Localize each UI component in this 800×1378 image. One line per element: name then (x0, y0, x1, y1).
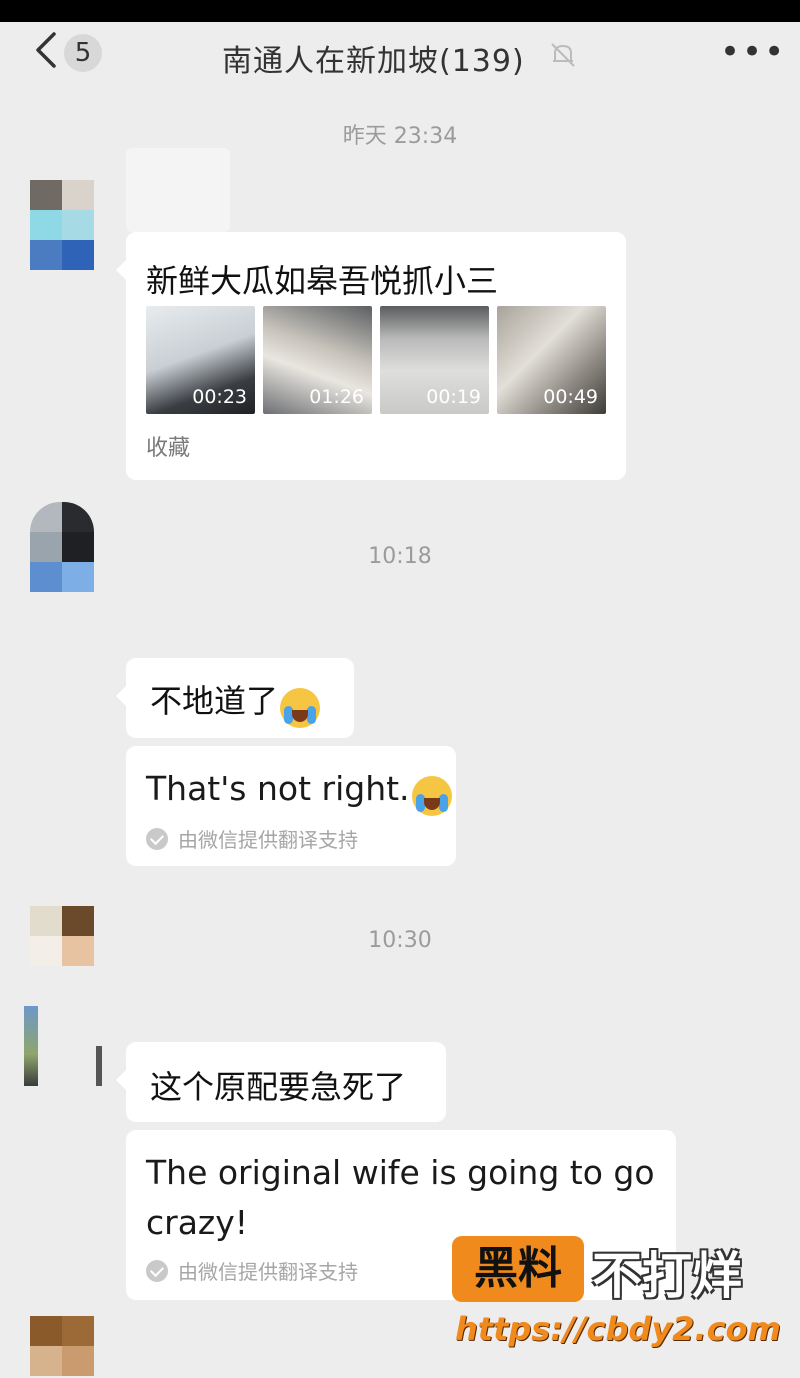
translation-text: That's not right. (146, 769, 410, 808)
video-duration: 00:19 (426, 386, 481, 408)
avatar[interactable] (24, 1006, 104, 1086)
translation-footer: 由微信提供翻译支持 (146, 824, 358, 853)
mute-bell-icon (551, 43, 575, 67)
watermark-text: 不打烊 (592, 1247, 742, 1305)
video-thumbnail[interactable]: 00:49 (497, 306, 606, 414)
message-bubble[interactable]: 这个原配要急死了 (116, 1042, 446, 1122)
sender-name-blurred (126, 148, 230, 232)
check-circle-icon (146, 1259, 168, 1282)
video-thumbnail[interactable]: 00:23 (146, 306, 255, 414)
crying-laughing-emoji-icon (280, 687, 321, 728)
video-duration: 01:26 (309, 386, 364, 408)
timestamp: 昨天 23:34 (342, 124, 458, 149)
watermark-badge: 黑料 (452, 1236, 584, 1302)
avatar[interactable] (30, 180, 94, 270)
unread-count-badge[interactable]: 5 (64, 34, 102, 72)
favorite-card-footer: 收藏 (146, 436, 191, 461)
message-text: 这个原配要急死了 (150, 1068, 407, 1106)
translation-text: The original wife is going to go crazy! (146, 1153, 655, 1242)
more-dots-icon[interactable]: ••• (720, 35, 786, 69)
video-duration: 00:23 (192, 386, 247, 408)
crying-laughing-emoji-icon (411, 775, 452, 816)
message-text: 不地道了 (150, 682, 279, 720)
status-bar (0, 0, 800, 22)
translation-bubble[interactable]: That's not right. 由微信提供翻译支持 (126, 746, 456, 866)
favorite-card-title: 新鲜大瓜如皋吾悦抓小三 (146, 262, 499, 300)
timestamp: 10:18 (368, 544, 432, 569)
message-bubble[interactable]: 不地道了 (116, 658, 354, 738)
check-circle-icon (146, 827, 168, 850)
chat-navbar: 5 南通人在新加坡(139) ••• (0, 22, 800, 88)
avatar[interactable] (30, 1316, 94, 1378)
timestamp: 10:30 (368, 928, 432, 953)
video-thumbnail[interactable]: 00:19 (380, 306, 489, 414)
chat-title: 南通人在新加坡(139) (222, 44, 525, 79)
translation-footer-text: 由微信提供翻译支持 (178, 828, 358, 852)
translation-footer: 由微信提供翻译支持 (146, 1256, 358, 1285)
watermark-url: https://cbdy2.com (455, 1310, 781, 1348)
translation-footer-text: 由微信提供翻译支持 (178, 1260, 358, 1284)
video-duration: 00:49 (543, 386, 598, 408)
video-thumbnail[interactable]: 01:26 (263, 306, 372, 414)
